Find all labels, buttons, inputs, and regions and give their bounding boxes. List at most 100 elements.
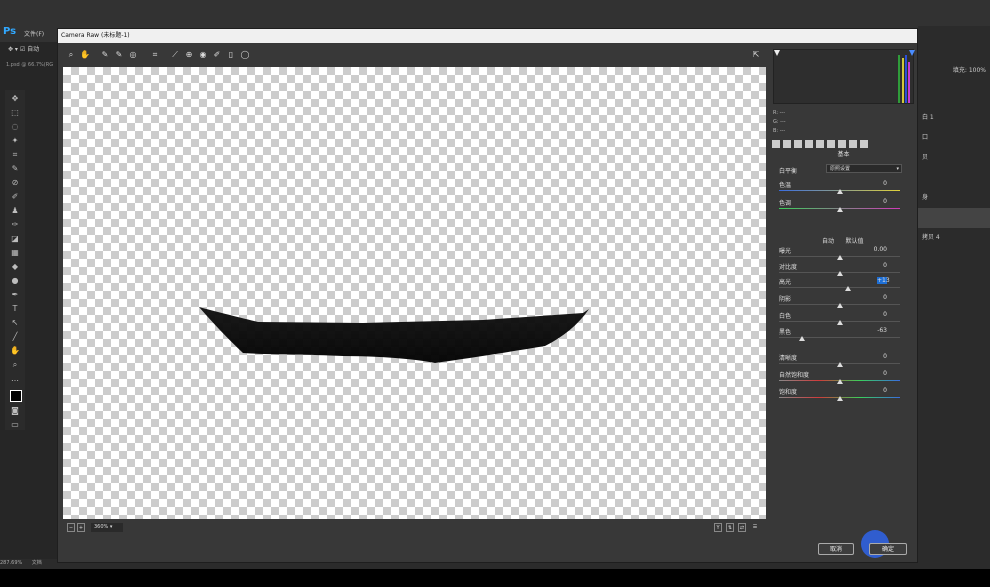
blur-tool-icon[interactable]: ◆ bbox=[10, 262, 20, 272]
ok-button[interactable]: 确定 bbox=[869, 543, 907, 555]
lasso-tool-icon[interactable]: ◌ bbox=[10, 122, 20, 132]
gradient-tool-icon[interactable]: ▦ bbox=[10, 248, 20, 258]
heal-tool-icon[interactable]: ⊘ bbox=[10, 178, 20, 188]
radial-filter-icon[interactable]: ◯ bbox=[240, 50, 250, 60]
readout-r: R: --- bbox=[773, 110, 786, 116]
slider-value[interactable]: -63 bbox=[857, 327, 887, 334]
white-balance-select[interactable]: 原照设置 ▾ bbox=[826, 164, 902, 173]
slider-thumb[interactable] bbox=[836, 255, 843, 260]
slider-value[interactable]: 0 bbox=[857, 353, 887, 360]
layer-row-selected[interactable] bbox=[918, 208, 990, 228]
layer-row[interactable]: 贝 bbox=[918, 148, 990, 168]
slider-thumb[interactable] bbox=[844, 286, 851, 291]
hand-icon[interactable]: ✋ bbox=[80, 50, 90, 60]
image-preview[interactable] bbox=[63, 67, 766, 519]
white-balance-value: 原照设置 bbox=[830, 166, 851, 172]
dodge-tool-icon[interactable]: ● bbox=[10, 276, 20, 286]
straighten-icon[interactable]: ⟋ bbox=[170, 50, 180, 60]
eyedropper-icon[interactable]: ✎ bbox=[10, 164, 20, 174]
magic-wand-icon[interactable]: ✦ bbox=[10, 136, 20, 146]
copy-settings-button[interactable]: ⇄ bbox=[738, 523, 746, 532]
marquee-tool-icon[interactable]: ⬚ bbox=[10, 108, 20, 118]
layer-row[interactable]: 口 bbox=[918, 128, 990, 148]
adjust-brush-icon[interactable]: ✐ bbox=[212, 50, 222, 60]
zoom-level-select[interactable]: 360% ▾ bbox=[91, 523, 123, 532]
layer-row[interactable]: 身 bbox=[918, 188, 990, 208]
document-tab[interactable]: 1.psd @ 66.7%(RG bbox=[6, 62, 53, 68]
path-select-icon[interactable]: ↖ bbox=[10, 318, 20, 328]
type-tool-icon[interactable]: T bbox=[10, 304, 20, 314]
white-balance-icon[interactable]: ✎ bbox=[100, 50, 110, 60]
crop-tool-icon[interactable]: ⌗ bbox=[10, 150, 20, 160]
move-tool-icon[interactable]: ✥ bbox=[10, 94, 20, 104]
hand-tool-icon[interactable]: ✋ bbox=[10, 346, 20, 356]
slider-thumb[interactable] bbox=[836, 396, 843, 401]
slider-value[interactable]: 0 bbox=[857, 294, 887, 301]
history-brush-icon[interactable]: ✑ bbox=[10, 220, 20, 230]
slider-value[interactable]: 0 bbox=[857, 387, 887, 394]
slider-thumb[interactable] bbox=[798, 336, 805, 341]
crop-icon[interactable]: ⌗ bbox=[150, 50, 160, 60]
layer-row[interactable]: 拷贝 4 bbox=[918, 228, 990, 248]
targeted-adjust-icon[interactable]: ◎ bbox=[128, 50, 138, 60]
layer-row[interactable]: 白 1 bbox=[918, 108, 990, 128]
zoom-icon[interactable]: ⌕ bbox=[66, 50, 76, 60]
slider-thumb[interactable] bbox=[836, 303, 843, 308]
tab-effects-icon[interactable] bbox=[838, 140, 846, 148]
zoom-in-button[interactable]: + bbox=[77, 523, 85, 532]
slider-value[interactable]: 0 bbox=[857, 198, 887, 205]
foreground-color-swatch[interactable] bbox=[10, 390, 22, 402]
slider-track[interactable] bbox=[779, 287, 900, 288]
quick-mask-icon[interactable]: ◙ bbox=[10, 406, 20, 416]
slider-track[interactable] bbox=[779, 337, 900, 338]
pen-tool-icon[interactable]: ✒ bbox=[10, 290, 20, 300]
tab-split-toning-icon[interactable] bbox=[816, 140, 824, 148]
slider-thumb[interactable] bbox=[836, 320, 843, 325]
histogram-graph bbox=[774, 50, 915, 103]
status-zoom: 287.69% bbox=[0, 560, 23, 566]
spot-removal-icon[interactable]: ⊕ bbox=[184, 50, 194, 60]
zoom-tool-icon[interactable]: ⌕ bbox=[10, 360, 20, 370]
slider-label: 饱和度 bbox=[779, 389, 798, 396]
slider-value[interactable]: 0 bbox=[857, 262, 887, 269]
tab-lens-icon[interactable] bbox=[827, 140, 835, 148]
fill-readout[interactable]: 填充: 100% bbox=[918, 66, 990, 76]
menu-file[interactable]: 文件(F) bbox=[24, 29, 44, 38]
tab-basic-icon[interactable] bbox=[772, 140, 780, 148]
eraser-icon[interactable]: ◪ bbox=[10, 234, 20, 244]
screen-mode-icon[interactable]: ▭ bbox=[10, 420, 20, 430]
tab-tone-curve-icon[interactable] bbox=[783, 140, 791, 148]
slider-value[interactable]: +13 bbox=[877, 277, 890, 284]
tab-presets-icon[interactable] bbox=[860, 140, 868, 148]
zoom-out-button[interactable]: − bbox=[67, 523, 75, 532]
tab-detail-icon[interactable] bbox=[794, 140, 802, 148]
tab-calibration-icon[interactable] bbox=[849, 140, 857, 148]
shape-tool-icon[interactable]: ╱ bbox=[10, 332, 20, 342]
swap-view-button[interactable]: ⇅ bbox=[726, 523, 734, 532]
slider-thumb[interactable] bbox=[836, 379, 843, 384]
slider-thumb[interactable] bbox=[836, 362, 843, 367]
slider-thumb[interactable] bbox=[836, 271, 843, 276]
more-tools-icon[interactable]: … bbox=[10, 374, 20, 384]
red-eye-icon[interactable]: ◉ bbox=[198, 50, 208, 60]
slider-value[interactable]: 0 bbox=[857, 370, 887, 377]
slider-value[interactable]: 0 bbox=[857, 311, 887, 318]
slider-value[interactable]: 0 bbox=[857, 180, 887, 187]
default-link[interactable]: 默认值 bbox=[845, 238, 863, 245]
tab-hsl-icon[interactable] bbox=[805, 140, 813, 148]
fullscreen-icon[interactable]: ⇱ bbox=[751, 50, 761, 60]
slider-value[interactable]: 0.00 bbox=[857, 246, 887, 253]
color-sampler-icon[interactable]: ✎ bbox=[114, 50, 124, 60]
layers-panel: 填充: 100% 白 1 口 贝 身 拷贝 4 bbox=[918, 26, 990, 561]
auto-link[interactable]: 自动 bbox=[822, 238, 834, 245]
stamp-tool-icon[interactable]: ♟ bbox=[10, 206, 20, 216]
brush-tool-icon[interactable]: ✐ bbox=[10, 192, 20, 202]
slider-thumb[interactable] bbox=[836, 207, 843, 212]
preferences-icon[interactable]: ☰ bbox=[751, 523, 759, 532]
before-after-y-button[interactable]: Y bbox=[714, 523, 722, 532]
options-bar: ✥ ▾ ☑ 自动 bbox=[8, 46, 40, 53]
auto-select-label[interactable]: 自动 bbox=[27, 46, 39, 53]
slider-thumb[interactable] bbox=[836, 189, 843, 194]
cancel-button[interactable]: 取消 bbox=[818, 543, 854, 555]
graduated-filter-icon[interactable]: ▯ bbox=[226, 50, 236, 60]
